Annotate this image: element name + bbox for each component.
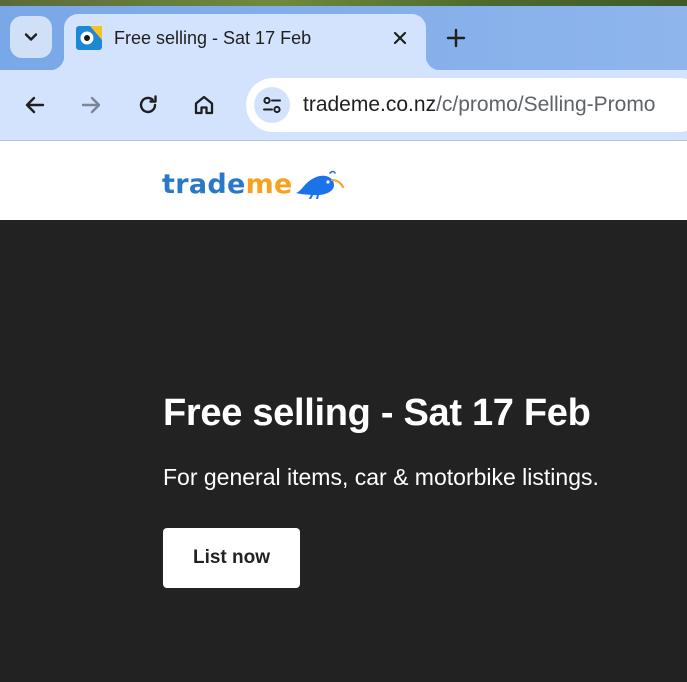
hero-subtitle: For general items, car & motorbike listi… [163,464,599,490]
home-icon [194,95,214,115]
tune-icon [263,96,281,114]
arrow-right-icon [81,96,101,114]
close-icon [393,31,407,45]
url-path: /c/promo/Selling-Promo [436,93,656,116]
new-tab-button[interactable] [440,22,472,54]
forward-button[interactable] [74,88,108,122]
list-now-button[interactable]: List now [163,528,300,588]
url-host: trademe.co.nz [303,93,437,116]
logo-trade-text: trade [162,169,246,200]
logo-wordmark: trademe [162,171,293,199]
close-tab-button[interactable] [388,26,412,50]
active-tab[interactable]: Free selling - Sat 17 Feb [50,14,440,70]
site-header: trademe [0,141,687,220]
trademe-logo[interactable]: trademe [162,165,344,199]
plus-icon [446,28,466,48]
arrow-left-icon [25,96,45,114]
reload-button[interactable] [131,88,165,122]
url-text: trademe.co.nz/c/promo/Selling-Promo [303,93,656,117]
address-bar[interactable]: trademe.co.nz/c/promo/Selling-Promo [246,78,687,132]
reload-icon [139,95,157,114]
chevron-down-icon [24,33,38,41]
site-info-button[interactable] [254,87,290,123]
tab-title: Free selling - Sat 17 Feb [114,28,312,48]
promo-hero: Free selling - Sat 17 Feb For general it… [0,220,687,682]
home-button[interactable] [187,88,221,122]
browser-toolbar: trademe.co.nz/c/promo/Selling-Promo [0,70,687,141]
trademe-kiwi-favicon [76,26,102,50]
tab-search-button[interactable] [10,16,52,58]
back-button[interactable] [18,88,52,122]
kiwi-bird-icon [295,170,344,199]
hero-title: Free selling - Sat 17 Feb [163,392,591,434]
logo-me-text: me [245,169,293,200]
tab-strip: Free selling - Sat 17 Feb [0,0,687,70]
